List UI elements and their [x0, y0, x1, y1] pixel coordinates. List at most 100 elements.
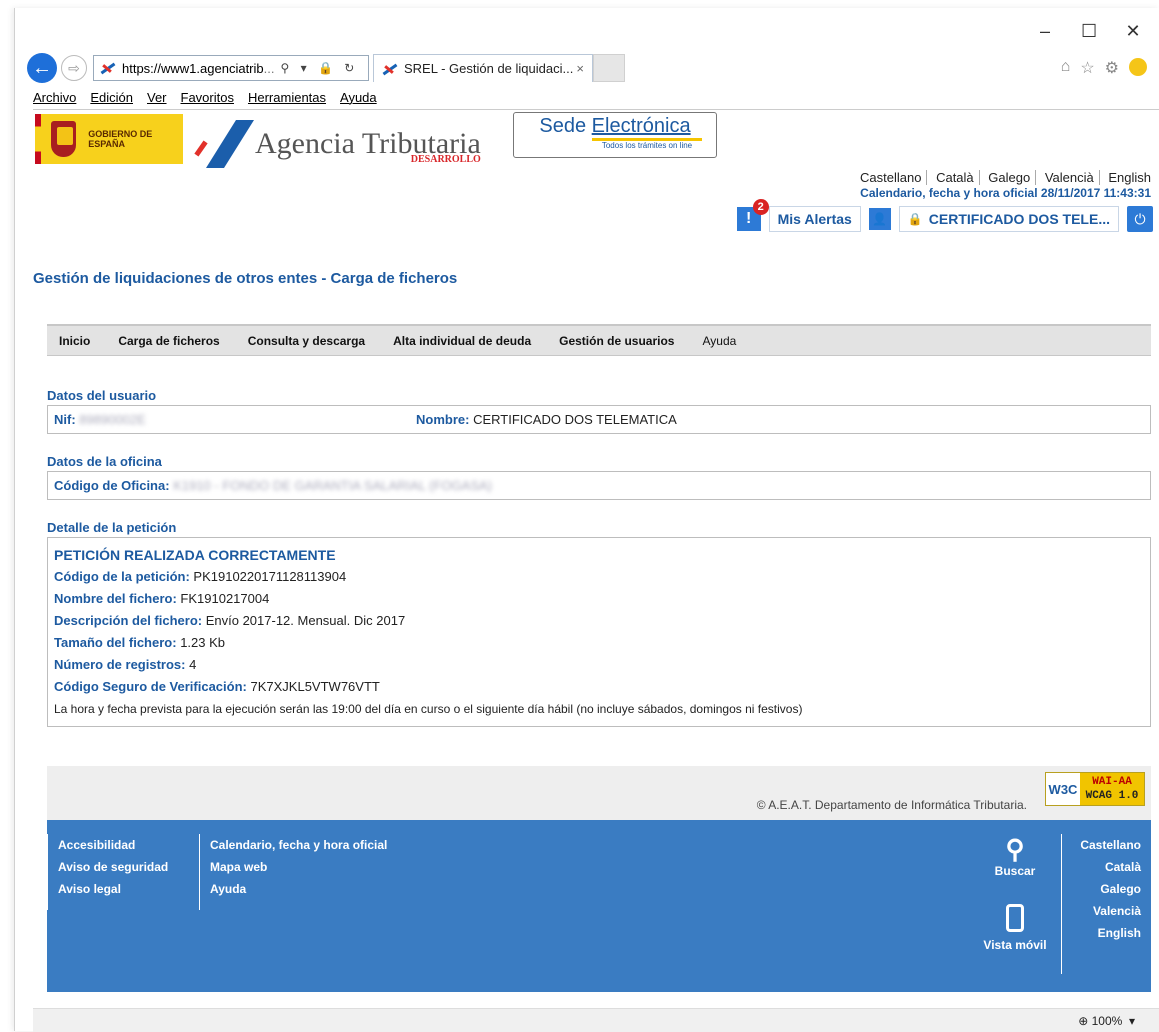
- detail-value: PK1910220171128113904: [193, 569, 347, 584]
- browser-tab[interactable]: SREL - Gestión de liquidaci... ×: [373, 54, 593, 82]
- nav-carga-ficheros[interactable]: Carga de ficheros: [118, 334, 219, 348]
- agencia-logo[interactable]: Agencia Tributaria DESARROLLO: [191, 118, 481, 165]
- menu-ver[interactable]: Ver: [147, 90, 167, 109]
- footer-languages: Castellano Català Galego Valencià Englis…: [1061, 834, 1141, 974]
- detail-value: Envío 2017-12. Mensual. Dic 2017: [205, 613, 406, 628]
- nif-label: Nif:: [54, 412, 76, 427]
- nav-gestion-usuarios[interactable]: Gestión de usuarios: [559, 334, 674, 348]
- office-box: Código de Oficina: K1910 - FONDO DE GARA…: [47, 471, 1151, 500]
- nombre-label: Nombre:: [416, 412, 470, 427]
- menu-favoritos[interactable]: Favoritos: [181, 90, 234, 109]
- address-tools[interactable]: ⚲ ▾ 🔒 ↻: [280, 61, 358, 75]
- office-code-label: Código de Oficina:: [54, 478, 170, 493]
- footer-lang-valencia[interactable]: Valencià: [1080, 900, 1141, 922]
- arrow-right-icon: ⇨: [68, 59, 80, 76]
- alerts-badge: 2: [752, 199, 769, 215]
- footer-mobile-view[interactable]: Vista móvil: [973, 904, 1057, 952]
- zoom-dropdown-icon[interactable]: ▾: [1122, 1014, 1135, 1028]
- footer-calendario[interactable]: Calendario, fecha y hora oficial: [210, 834, 387, 856]
- detail-value: FK1910217004: [180, 591, 270, 606]
- gobierno-text: GOBIERNO DE ESPAÑA: [88, 129, 153, 149]
- arrow-left-icon: ←: [32, 56, 52, 79]
- sede-word: Sede: [539, 115, 587, 137]
- detail-value: 7K7XJKL5VTW76VTT: [250, 679, 380, 694]
- official-clock-link[interactable]: Calendario, fecha y hora oficial 28/11/2…: [860, 186, 1151, 200]
- menu-archivo[interactable]: Archivo: [33, 90, 76, 109]
- footer-search[interactable]: ⚲ Buscar: [985, 834, 1045, 878]
- nav-alta-individual[interactable]: Alta individual de deuda: [393, 334, 531, 348]
- footer-aviso-seguridad[interactable]: Aviso de seguridad: [58, 856, 168, 878]
- mobile-phone-icon: [1006, 904, 1024, 932]
- forward-button[interactable]: ⇨: [61, 55, 87, 81]
- site-header: GOBIERNO DE ESPAÑA Agencia Tributaria DE…: [33, 112, 1159, 248]
- window-controls: – ☐ ✕: [1037, 22, 1141, 40]
- refresh-icon[interactable]: ↻: [344, 61, 358, 75]
- w3c-wai-badge[interactable]: W3C WAI-AA WCAG 1.0: [1045, 772, 1145, 806]
- lang-castellano[interactable]: Castellano: [855, 170, 928, 185]
- tab-title: SREL - Gestión de liquidaci...: [404, 61, 574, 76]
- footer-lang-galego[interactable]: Galego: [1080, 878, 1141, 900]
- footer-mapa-web[interactable]: Mapa web: [210, 856, 387, 878]
- feedback-smiley-icon[interactable]: [1129, 58, 1147, 76]
- magnifier-icon: ⚲: [1005, 834, 1025, 864]
- mis-alertas-button[interactable]: Mis Alertas: [768, 206, 861, 232]
- lang-catala[interactable]: Català: [931, 170, 980, 185]
- aeat-mark-icon: [191, 118, 251, 162]
- lang-valencia[interactable]: Valencià: [1039, 170, 1100, 185]
- footer-lang-catala[interactable]: Català: [1080, 856, 1141, 878]
- office-code-value: K1910 - FONDO DE GARANTIA SALARIAL (FOGA…: [173, 478, 493, 493]
- user-certificate-button[interactable]: 🔒 CERTIFICADO DOS TELE...: [898, 206, 1119, 232]
- footer-links: Accesibilidad Aviso de seguridad Aviso l…: [47, 820, 1151, 992]
- logout-power-icon[interactable]: ⏻: [1127, 206, 1153, 232]
- sede-electronica-logo[interactable]: Sede Electrónica Todos los trámites on l…: [513, 112, 717, 158]
- footer-ayuda[interactable]: Ayuda: [210, 878, 387, 900]
- detail-label: Código de la petición:: [54, 569, 190, 584]
- office-section-title: Datos de la oficina: [47, 454, 162, 469]
- spain-flag-icon: [35, 114, 41, 164]
- settings-gear-icon[interactable]: ⚙: [1105, 58, 1119, 78]
- main-nav: Inicio Carga de ficheros Consulta y desc…: [47, 324, 1151, 356]
- minimize-button[interactable]: –: [1037, 22, 1053, 40]
- footer-lang-english[interactable]: English: [1080, 922, 1141, 944]
- gobierno-logo[interactable]: GOBIERNO DE ESPAÑA: [35, 114, 183, 164]
- detail-value: 4: [189, 657, 197, 672]
- menu-herramientas[interactable]: Herramientas: [248, 90, 326, 109]
- w3c-logo: W3C: [1046, 773, 1080, 805]
- favorites-star-icon[interactable]: ☆: [1080, 58, 1094, 78]
- menu-ayuda[interactable]: Ayuda: [340, 90, 377, 109]
- wcag-version: WCAG 1.0: [1085, 790, 1139, 802]
- zoom-level[interactable]: 100%: [1092, 1014, 1123, 1028]
- lang-english[interactable]: English: [1103, 170, 1151, 185]
- sede-subtitle: Todos los trámites on line: [592, 138, 702, 150]
- alert-icon[interactable]: ! 2: [736, 199, 769, 231]
- nav-consulta-descarga[interactable]: Consulta y descarga: [248, 334, 365, 348]
- search-icon[interactable]: ⚲: [280, 61, 293, 75]
- maximize-button[interactable]: ☐: [1081, 22, 1097, 40]
- detail-row: Nombre del fichero: FK1910217004: [54, 588, 1144, 610]
- footer-col-1: Accesibilidad Aviso de seguridad Aviso l…: [47, 834, 168, 910]
- nav-ayuda[interactable]: Ayuda: [702, 334, 736, 348]
- new-tab-button[interactable]: [593, 54, 625, 82]
- home-icon[interactable]: ⌂: [1061, 58, 1071, 78]
- mobile-view-label: Vista móvil: [983, 938, 1047, 952]
- close-tab-icon[interactable]: ×: [576, 61, 584, 76]
- lang-galego[interactable]: Galego: [983, 170, 1037, 185]
- address-bar[interactable]: https://www1.agenciatrib... ⚲ ▾ 🔒 ↻: [93, 55, 369, 81]
- footer-aviso-legal[interactable]: Aviso legal: [58, 878, 168, 900]
- nav-inicio[interactable]: Inicio: [59, 334, 90, 348]
- detail-value: 1.23 Kb: [180, 635, 226, 650]
- browser-toolbar-icons: ⌂ ☆ ⚙: [1061, 58, 1147, 78]
- detail-row: Código Seguro de Verificación: 7K7XJKL5V…: [54, 676, 1144, 698]
- footer-col-2: Calendario, fecha y hora oficial Mapa we…: [199, 834, 387, 910]
- detail-label: Tamaño del fichero:: [54, 635, 177, 650]
- footer-lang-castellano[interactable]: Castellano: [1080, 834, 1141, 856]
- browser-window: – ☐ ✕ ← ⇨ https://www1.agenciatrib... ⚲ …: [14, 8, 1159, 1032]
- back-button[interactable]: ←: [27, 53, 57, 83]
- user-certificate-label: CERTIFICADO DOS TELE...: [928, 211, 1110, 227]
- close-window-button[interactable]: ✕: [1125, 22, 1141, 40]
- language-selector: Castellano Català Galego Valencià Englis…: [855, 170, 1151, 185]
- menu-edicion[interactable]: Edición: [90, 90, 133, 109]
- lock-icon[interactable]: 🔒: [318, 61, 337, 75]
- footer-accesibilidad[interactable]: Accesibilidad: [58, 834, 168, 856]
- main-content: Datos del usuario Nif: 89890002E Nombre:…: [47, 368, 1151, 727]
